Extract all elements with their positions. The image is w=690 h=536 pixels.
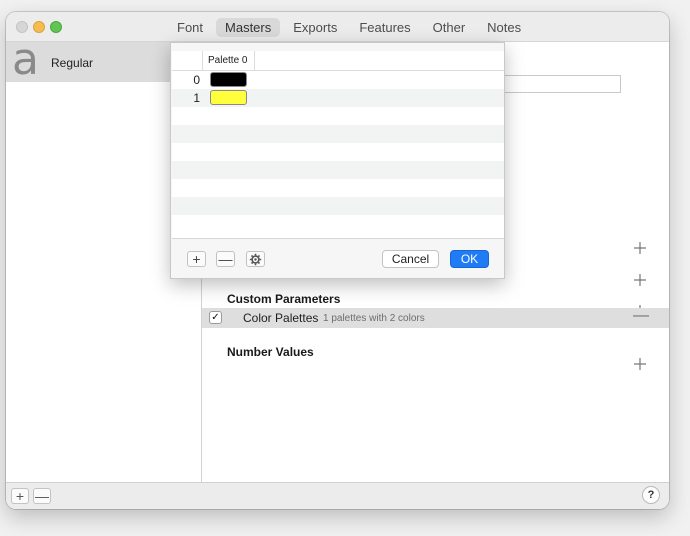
master-name-label: Regular bbox=[51, 56, 94, 70]
color-swatch[interactable] bbox=[210, 90, 247, 105]
add-axis-button[interactable] bbox=[633, 241, 647, 255]
palette-table: Palette 0 0 1 bbox=[172, 51, 504, 239]
remove-parameter-button[interactable]: — bbox=[633, 308, 649, 324]
zoom-window-button[interactable] bbox=[50, 21, 62, 33]
master-name-field[interactable] bbox=[500, 75, 621, 93]
remove-color-button[interactable]: — bbox=[216, 251, 235, 267]
empty-row bbox=[172, 107, 504, 125]
palette-column-header[interactable]: Palette 0 bbox=[202, 51, 255, 71]
custom-parameter-row[interactable]: ✓ Color Palettes 1 palettes with 2 color… bbox=[202, 308, 669, 328]
minimize-window-button[interactable] bbox=[33, 21, 45, 33]
master-glyph-preview: a bbox=[12, 34, 39, 85]
parameter-value[interactable]: 1 palettes with 2 colors bbox=[323, 313, 425, 324]
tab-bar: Font Masters Exports Features Other Note… bbox=[168, 18, 530, 37]
tab-exports[interactable]: Exports bbox=[284, 18, 346, 37]
empty-row bbox=[172, 125, 504, 143]
empty-row bbox=[172, 197, 504, 215]
plus-icon bbox=[634, 274, 646, 286]
bottom-toolbar: + — ? bbox=[6, 482, 669, 509]
color-palettes-sheet: Palette 0 0 1 + — Cancel OK bbox=[170, 42, 505, 279]
tab-notes[interactable]: Notes bbox=[478, 18, 530, 37]
gear-icon bbox=[249, 253, 262, 266]
custom-parameters-heading: Custom Parameters bbox=[227, 292, 341, 306]
palette-row[interactable]: 1 bbox=[172, 89, 504, 107]
palette-options-button[interactable] bbox=[246, 251, 265, 267]
empty-row bbox=[172, 161, 504, 179]
empty-row bbox=[172, 179, 504, 197]
palette-row[interactable]: 0 bbox=[172, 71, 504, 89]
plus-icon bbox=[634, 242, 646, 254]
cancel-button[interactable]: Cancel bbox=[382, 250, 439, 268]
add-color-button[interactable]: + bbox=[187, 251, 206, 267]
tab-features[interactable]: Features bbox=[350, 18, 419, 37]
close-window-button[interactable] bbox=[16, 21, 28, 33]
add-master-button[interactable]: + bbox=[11, 488, 29, 504]
number-values-heading: Number Values bbox=[227, 345, 314, 359]
palette-table-header: Palette 0 bbox=[172, 51, 504, 71]
add-metric-button[interactable] bbox=[633, 273, 647, 287]
plus-icon bbox=[634, 358, 646, 370]
tab-masters[interactable]: Masters bbox=[216, 18, 281, 37]
tab-other[interactable]: Other bbox=[424, 18, 475, 37]
palette-row-index: 0 bbox=[193, 73, 200, 87]
remove-master-button[interactable]: — bbox=[33, 488, 51, 504]
color-swatch[interactable] bbox=[210, 72, 247, 87]
help-button[interactable]: ? bbox=[642, 486, 660, 504]
titlebar: Font Masters Exports Features Other Note… bbox=[6, 12, 669, 42]
palette-row-index: 1 bbox=[193, 91, 200, 105]
empty-row bbox=[172, 143, 504, 161]
add-number-value-button[interactable] bbox=[633, 357, 647, 371]
empty-row bbox=[172, 215, 504, 233]
tab-font[interactable]: Font bbox=[168, 18, 212, 37]
parameter-name: Color Palettes bbox=[243, 311, 319, 325]
parameter-enabled-checkbox[interactable]: ✓ bbox=[209, 311, 222, 324]
ok-button[interactable]: OK bbox=[450, 250, 489, 268]
